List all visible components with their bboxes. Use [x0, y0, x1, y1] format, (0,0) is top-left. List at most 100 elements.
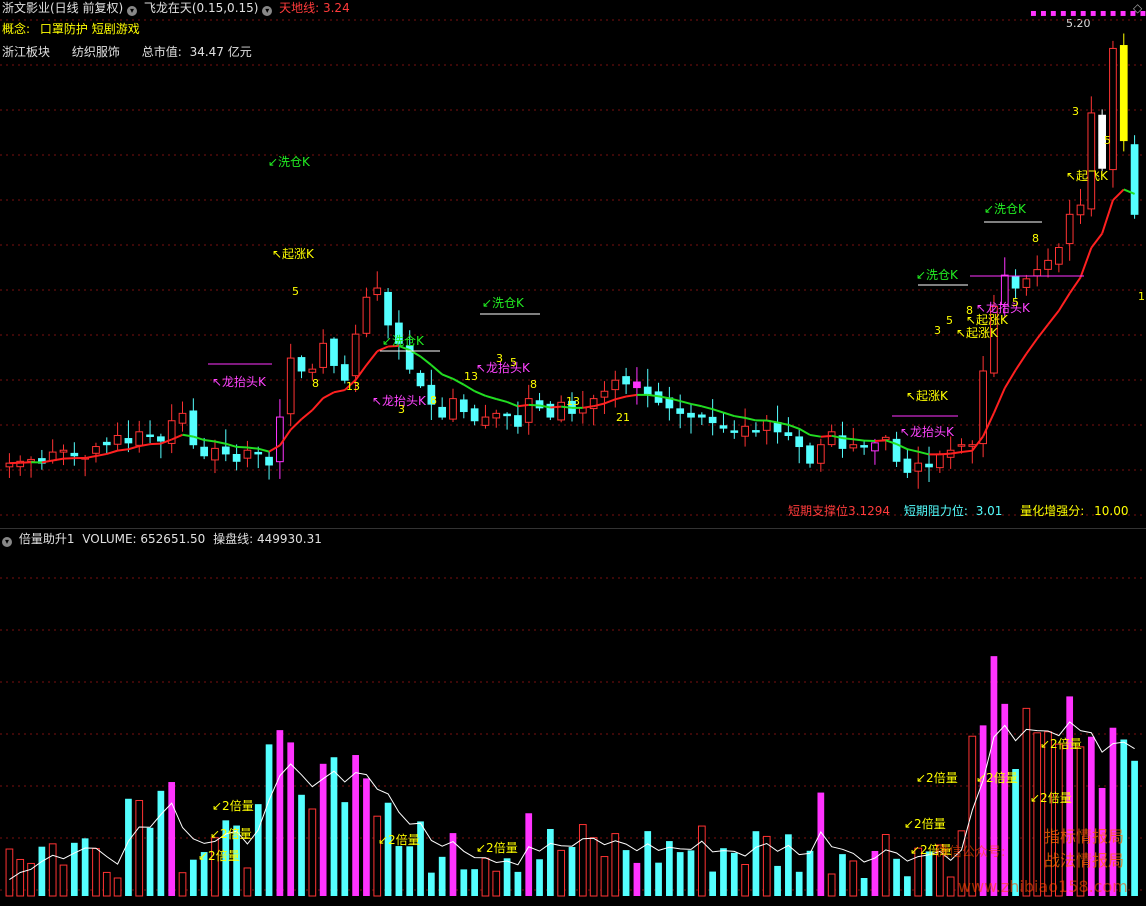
- volume-bar: [211, 837, 219, 897]
- trend-line-segment: [1047, 310, 1060, 326]
- count-label: 3: [934, 324, 941, 337]
- volume-bar: [92, 848, 100, 897]
- volume-bar: [406, 846, 414, 896]
- trend-line-segment: [647, 393, 659, 398]
- trend-line-segment: [204, 439, 216, 443]
- count-label: 8: [312, 377, 319, 390]
- candle-body: [730, 430, 739, 433]
- volume-bar: [904, 876, 911, 896]
- volume-bar: [113, 877, 122, 897]
- trend-line-segment: [690, 402, 703, 408]
- volume-bar: [135, 799, 144, 897]
- trend-line-segment: [214, 440, 226, 445]
- double-volume-annotation: ↙2倍量: [198, 848, 240, 863]
- volume-bar: [817, 792, 825, 896]
- watermark-gzh: 微信公众号:: [936, 845, 1006, 860]
- volume-bar: [363, 778, 370, 896]
- volume-bar: [578, 824, 587, 897]
- candle-body: [676, 408, 685, 414]
- trend-line-segment: [874, 439, 886, 442]
- volume-bar: [38, 846, 46, 896]
- candle-body: [286, 357, 295, 415]
- volume-bar: [1001, 703, 1009, 896]
- volume-bar: [676, 852, 684, 896]
- volume-bar: [946, 876, 955, 897]
- trend-line-segment: [961, 449, 973, 453]
- candle-body: [157, 436, 165, 442]
- candle-body: [762, 420, 771, 431]
- volume-bar: [70, 842, 78, 896]
- candle-body: [113, 434, 122, 445]
- candle-body: [340, 364, 349, 381]
- volume-bar: [1076, 746, 1085, 897]
- candle-body: [914, 462, 923, 472]
- double-volume-annotation: ↙2倍量: [1030, 790, 1072, 805]
- candle-body: [514, 415, 522, 427]
- watermark-url: www.zhibiao158.com: [958, 877, 1128, 896]
- volume-bar: [460, 869, 468, 896]
- candle-body: [27, 458, 35, 462]
- volume-bar: [319, 763, 327, 896]
- count-label: 3: [398, 403, 405, 416]
- double-volume-annotation: ↙2倍量: [378, 832, 420, 847]
- candle-body: [557, 401, 566, 421]
- volume-bar: [254, 804, 262, 896]
- candle-body: [459, 399, 468, 413]
- candle-body: [330, 338, 338, 366]
- trend-line-segment: [723, 411, 735, 418]
- count-label: 8: [530, 378, 537, 391]
- candle-body: [503, 413, 511, 417]
- candle-body: [719, 425, 728, 429]
- count-label: 13: [566, 395, 580, 408]
- trend-line-segment: [430, 364, 443, 376]
- trend-line-segment: [1058, 292, 1071, 312]
- count-label: 13: [346, 380, 360, 393]
- trend-line-segment: [300, 409, 313, 420]
- trend-line-segment: [506, 400, 519, 408]
- volume-bar: [27, 862, 35, 897]
- candle-body: [384, 291, 392, 326]
- volume-bar: [785, 834, 792, 896]
- signal-annotation: ↖起涨K: [956, 325, 999, 340]
- candle-body: [243, 449, 252, 459]
- signal-annotation: ↙洗仓K: [984, 202, 1027, 216]
- trend-line-segment: [820, 434, 832, 438]
- volume-bar: [514, 871, 522, 896]
- trend-line-segment: [247, 446, 259, 450]
- candle-body: [849, 444, 858, 449]
- candle-body: [449, 398, 457, 420]
- candle-body: [438, 406, 447, 418]
- count-label: 8: [430, 394, 437, 407]
- candle-body: [708, 416, 717, 424]
- volume-bar: [1022, 707, 1031, 897]
- volume-bar: [622, 850, 630, 896]
- candle-body: [70, 452, 79, 457]
- candle-body: [59, 449, 68, 453]
- price-chart[interactable]: ▪ ▪ ▪ ▪ ▪ ▪ ▪ ▪ ▪ ▪ ▪ ▪ ↙洗仓K ↖起涨K ↖龙抬头K ↙洗仓K…: [0, 0, 1146, 528]
- trend-line-segment: [236, 445, 248, 449]
- volume-bar: [308, 808, 317, 897]
- candle-body: [92, 446, 100, 454]
- signal-annotation: ↖起飞K: [1066, 169, 1109, 183]
- volume-bar: [979, 725, 987, 896]
- trend-line-segment: [853, 438, 865, 442]
- trend-line-segment: [1101, 199, 1114, 234]
- candle-body: [600, 390, 609, 398]
- trend-line-segment: [463, 383, 476, 393]
- volume-bar: [568, 847, 576, 896]
- volume-bar: [178, 872, 187, 897]
- candle-body: [752, 430, 760, 433]
- volume-bar: [589, 837, 598, 897]
- trend-line-segment: [150, 442, 161, 446]
- volume-bar: [1087, 736, 1095, 896]
- candle-body: [903, 458, 912, 473]
- volume-bar: [5, 848, 14, 897]
- trend-line-segment: [419, 355, 432, 366]
- trend-line-segment: [128, 445, 140, 451]
- candle-body: [935, 453, 944, 469]
- volume-bar: [557, 849, 566, 897]
- candle-body: [1076, 204, 1085, 216]
- trend-line-segment: [907, 448, 919, 453]
- volume-bar: [666, 841, 673, 896]
- candle-body: [373, 287, 382, 296]
